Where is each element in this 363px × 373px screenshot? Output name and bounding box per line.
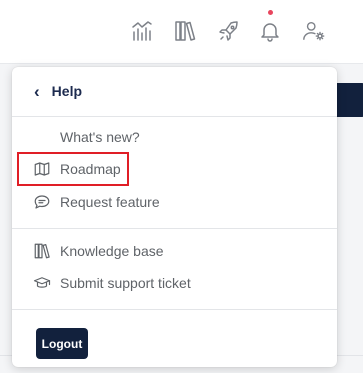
- library-icon[interactable]: [172, 18, 198, 44]
- menu-item-label: Roadmap: [60, 161, 121, 177]
- rocket-icon[interactable]: [216, 18, 242, 44]
- menu-item-label: Submit support ticket: [60, 275, 191, 291]
- notification-dot: [268, 10, 273, 15]
- logout-button[interactable]: Logout: [36, 328, 88, 359]
- menu-item-label: Knowledge base: [60, 243, 164, 259]
- analytics-icon[interactable]: [129, 18, 155, 44]
- books-icon: [32, 241, 52, 261]
- menu-item-request-feature[interactable]: Request feature: [32, 188, 160, 216]
- top-bar: [0, 0, 363, 64]
- divider: [12, 116, 337, 117]
- chat-bubble-icon: [32, 192, 52, 212]
- menu-item-whats-new[interactable]: What's new?: [60, 123, 140, 151]
- map-icon: [32, 159, 52, 179]
- menu-item-label: What's new?: [60, 129, 140, 145]
- user-settings-icon[interactable]: [300, 18, 328, 44]
- menu-title: Help: [51, 83, 83, 99]
- graduation-cap-icon: [32, 273, 52, 293]
- menu-item-knowledge-base[interactable]: Knowledge base: [32, 237, 164, 265]
- help-back-button[interactable]: ‹ Help: [12, 67, 337, 115]
- menu-item-roadmap[interactable]: Roadmap: [32, 155, 121, 183]
- menu-item-submit-support-ticket[interactable]: Submit support ticket: [32, 269, 191, 297]
- divider: [12, 228, 337, 229]
- help-menu: ‹ Help What's new? Roadmap Request featu…: [12, 67, 337, 367]
- bell-icon[interactable]: [257, 18, 283, 44]
- menu-item-label: Request feature: [60, 194, 160, 210]
- divider: [12, 309, 337, 310]
- chevron-left-icon: ‹: [34, 81, 40, 101]
